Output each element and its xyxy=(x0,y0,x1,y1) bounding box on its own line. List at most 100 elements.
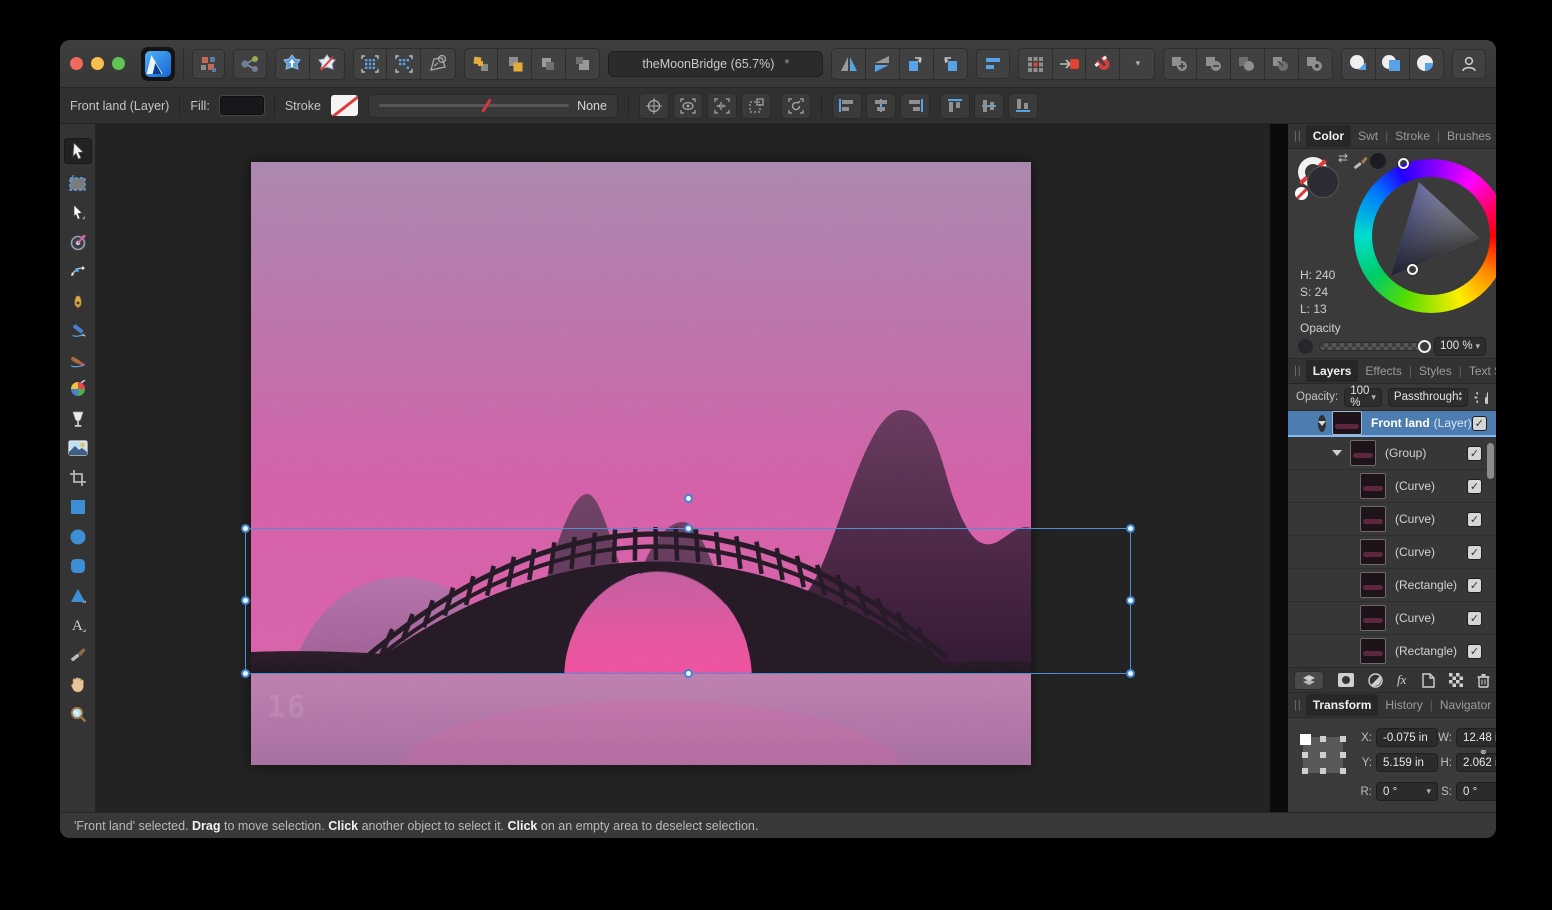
selection-handle-top-right[interactable] xyxy=(1126,524,1135,533)
minimize-button[interactable] xyxy=(91,57,104,70)
panel-grip[interactable]: || xyxy=(1294,130,1302,142)
layer-thumbnail[interactable] xyxy=(1360,638,1386,664)
w-input[interactable]: 12.48 in xyxy=(1456,728,1496,747)
layer-visibility-checkbox[interactable]: ✓ xyxy=(1467,644,1482,659)
collapse-icon[interactable] xyxy=(1332,450,1342,456)
layer-row-rectangle[interactable]: (Rectangle) ✓ xyxy=(1288,635,1496,667)
rounded-rectangle-tool[interactable] xyxy=(64,555,92,577)
triangle-tool[interactable] xyxy=(64,585,92,607)
boolean-combine-button[interactable] xyxy=(1299,49,1333,79)
layer-row-curve[interactable]: (Curve) ✓ xyxy=(1288,602,1496,635)
new-layer-icon[interactable] xyxy=(1422,673,1435,688)
tab-brushes[interactable]: Brushes xyxy=(1440,125,1496,147)
layer-row-front-land[interactable]: Front land (Layer) ✓ xyxy=(1288,411,1496,437)
sl-selector-dot[interactable] xyxy=(1407,264,1418,275)
tab-swatches[interactable]: Swt xyxy=(1351,125,1385,147)
rotation-dropdown[interactable]: 0 °▾ xyxy=(1376,782,1438,801)
h-input[interactable]: 2.062 in xyxy=(1456,753,1496,772)
shear-dropdown[interactable]: 0 °▾ xyxy=(1456,782,1496,801)
corner-tool[interactable] xyxy=(64,260,92,282)
show-selection-button[interactable] xyxy=(673,93,703,119)
layer-row-group[interactable]: (Group) ✓ xyxy=(1288,437,1496,470)
tab-color[interactable]: Color xyxy=(1306,125,1351,147)
boolean-divide-button[interactable] xyxy=(1265,49,1299,79)
stroke-swatch[interactable] xyxy=(331,95,358,116)
selection-handle-bottom-mid[interactable] xyxy=(684,669,693,678)
y-input[interactable]: 5.159 in xyxy=(1376,753,1438,772)
selection-handle-top-left[interactable] xyxy=(241,524,250,533)
tab-layers[interactable]: Layers xyxy=(1306,360,1359,382)
snapping-button[interactable] xyxy=(1086,49,1120,79)
lock-icon[interactable] xyxy=(1484,390,1488,405)
align-right-button[interactable] xyxy=(900,93,930,119)
layer-settings-gear-icon[interactable] xyxy=(1474,390,1478,405)
selection-bounding-box[interactable] xyxy=(245,528,1131,674)
selection-handle-bottom-right[interactable] xyxy=(1126,669,1135,678)
tab-stroke[interactable]: Stroke xyxy=(1388,125,1437,147)
opacity-slider-knob[interactable] xyxy=(1418,340,1431,353)
layer-thumbnail[interactable] xyxy=(1332,411,1362,435)
zoom-window-button[interactable] xyxy=(112,57,125,70)
opacity-color-chip[interactable] xyxy=(1298,339,1313,354)
badge-upload-button[interactable] xyxy=(276,49,310,79)
swap-colors-icon[interactable]: ⇄ xyxy=(1338,151,1348,165)
saturation-lightness-triangle[interactable] xyxy=(1375,180,1487,292)
document-title-field[interactable]: theMoonBridge (65.7%) * xyxy=(608,51,823,77)
adjustment-layer-icon[interactable] xyxy=(1368,673,1383,688)
tab-styles[interactable]: Styles xyxy=(1412,360,1459,382)
paint-brush-tool[interactable] xyxy=(64,378,92,400)
boolean-add-button[interactable] xyxy=(1164,49,1198,79)
selection-handle-top-mid[interactable] xyxy=(684,524,693,533)
flip-vertical-button[interactable] xyxy=(866,49,900,79)
pen-tool[interactable] xyxy=(64,290,92,312)
ellipse-tool[interactable] xyxy=(64,526,92,548)
rotate-selection-button[interactable] xyxy=(781,93,811,119)
rotation-handle[interactable] xyxy=(684,494,693,503)
move-tool[interactable] xyxy=(64,138,92,164)
align-middle-v-button[interactable] xyxy=(974,93,1004,119)
rectangle-tool[interactable] xyxy=(64,496,92,518)
x-input[interactable]: -0.075 in xyxy=(1376,728,1438,747)
color-picker-tool[interactable] xyxy=(64,644,92,666)
insert-behind-button[interactable] xyxy=(1342,49,1376,79)
layers-opacity-dropdown[interactable]: 100 %▾ xyxy=(1344,388,1382,407)
tab-history[interactable]: History xyxy=(1378,694,1429,716)
move-forward-button[interactable] xyxy=(498,49,532,79)
rotate-ccw-button[interactable] xyxy=(900,49,934,79)
place-image-tool[interactable] xyxy=(64,437,92,459)
hue-selector-dot[interactable] xyxy=(1398,158,1409,169)
vector-brush-tool[interactable] xyxy=(64,349,92,371)
flip-horizontal-button[interactable] xyxy=(832,49,866,79)
node-tool[interactable] xyxy=(64,201,92,223)
fill-color-well[interactable] xyxy=(1307,166,1339,198)
snapping-caret[interactable]: ▾ xyxy=(1120,49,1154,79)
layer-visibility-checkbox[interactable]: ✓ xyxy=(1467,479,1482,494)
align-center-h-button[interactable] xyxy=(866,93,896,119)
color-wheel[interactable] xyxy=(1354,159,1496,313)
move-by-whole-pixels-button[interactable] xyxy=(1053,49,1087,79)
alignment-button[interactable] xyxy=(976,49,1010,79)
layer-row-rectangle[interactable]: (Rectangle) ✓ xyxy=(1288,569,1496,602)
tab-text-styles[interactable]: Text Styles xyxy=(1462,360,1496,382)
layer-visibility-checkbox[interactable]: ✓ xyxy=(1472,416,1487,431)
layer-visibility-checkbox[interactable]: ✓ xyxy=(1467,545,1482,560)
boolean-subtract-button[interactable] xyxy=(1197,49,1231,79)
layer-thumbnail[interactable] xyxy=(1360,539,1386,565)
blend-mode-dropdown[interactable]: Passthrough▴▾ xyxy=(1388,388,1468,407)
expand-icon[interactable] xyxy=(1318,415,1326,432)
mask-layer-icon[interactable] xyxy=(1338,673,1354,687)
fill-swatch[interactable] xyxy=(220,96,264,115)
warp-group-button[interactable] xyxy=(421,49,455,79)
close-button[interactable] xyxy=(70,57,83,70)
layer-visibility-checkbox[interactable]: ✓ xyxy=(1467,578,1482,593)
point-transform-tool[interactable] xyxy=(64,231,92,253)
delete-layer-trash-icon[interactable] xyxy=(1477,673,1490,688)
account-button[interactable] xyxy=(1452,49,1486,79)
panel-grip[interactable]: || xyxy=(1294,699,1302,711)
canvas-viewport[interactable]: 16 xyxy=(96,124,1270,812)
align-left-button[interactable] xyxy=(832,93,862,119)
artboard-tool[interactable] xyxy=(64,172,92,194)
layer-visibility-checkbox[interactable]: ✓ xyxy=(1467,512,1482,527)
pixel-persona-button[interactable] xyxy=(192,49,226,79)
layer-thumbnail[interactable] xyxy=(1360,572,1386,598)
